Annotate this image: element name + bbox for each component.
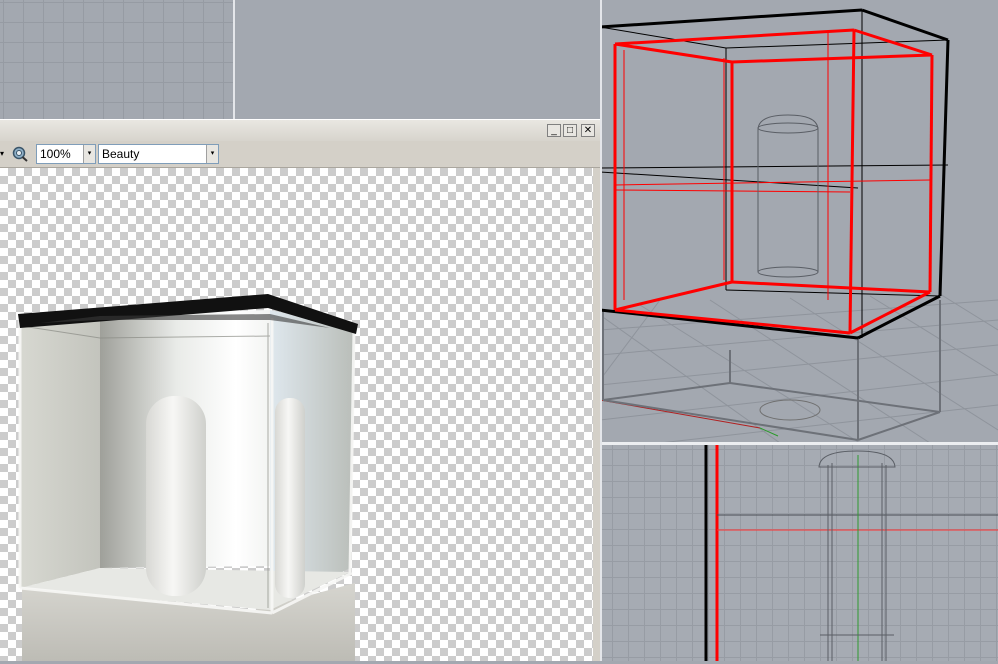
- rendered-image: [18, 294, 358, 661]
- chevron-down-icon[interactable]: ▾: [206, 145, 218, 163]
- zoom-select[interactable]: 100% ▾: [36, 144, 96, 164]
- pillar-front: [146, 396, 206, 596]
- chevron-down-icon[interactable]: ▾: [83, 145, 95, 163]
- render-window[interactable]: _ □ ✕ ▾ 100% ▾ Beauty ▾: [0, 119, 600, 661]
- pillar-back: [275, 398, 305, 598]
- zoom-value: 100%: [40, 147, 71, 161]
- pillar-reflection: [759, 399, 821, 421]
- maximize-button[interactable]: □: [563, 124, 577, 137]
- render-canvas[interactable]: [0, 168, 593, 661]
- render-channel-value: Beauty: [102, 147, 140, 161]
- viewport-perspective[interactable]: [598, 0, 998, 444]
- viewport-top-left-grid[interactable]: [0, 0, 233, 120]
- front-wireframe: [704, 445, 998, 661]
- render-window-title-bar[interactable]: _ □ ✕: [0, 119, 600, 142]
- selected-box-wireframe: [613, 28, 934, 335]
- canvas-scroll-edge: [593, 168, 600, 661]
- viewport-border: [600, 0, 602, 661]
- close-button[interactable]: ✕: [581, 124, 595, 137]
- minimize-button[interactable]: _: [547, 124, 561, 137]
- render-toolbar: ▾ 100% ▾ Beauty ▾: [0, 141, 600, 168]
- render-channel-select[interactable]: Beauty ▾: [98, 144, 219, 164]
- viewport-front[interactable]: [602, 445, 998, 661]
- perspective-wireframe: [598, 8, 998, 444]
- pillar-wireframe: [757, 114, 819, 278]
- viewport-top-middle[interactable]: [235, 0, 600, 120]
- dropdown-arrow-icon[interactable]: ▾: [0, 149, 4, 158]
- zoom-icon[interactable]: [11, 146, 29, 162]
